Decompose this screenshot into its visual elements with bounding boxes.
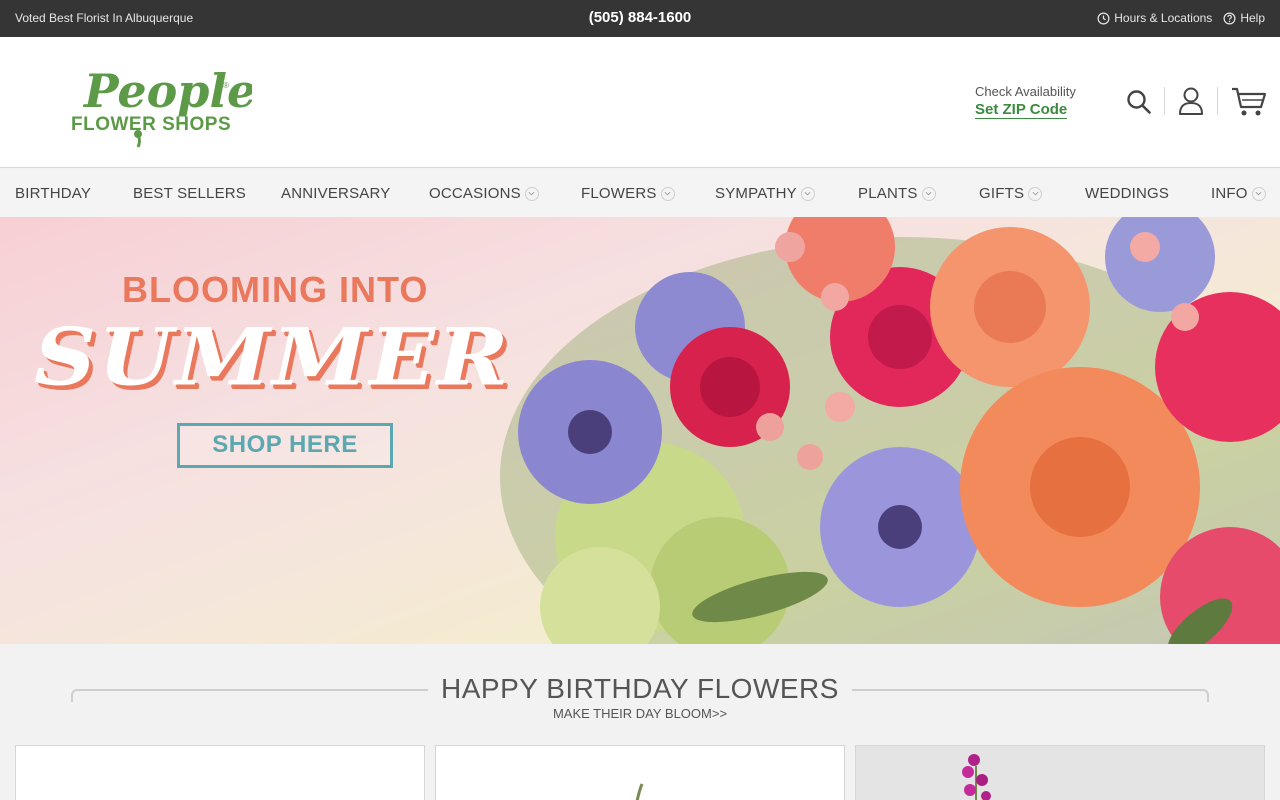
- tagline: Voted Best Florist In Albuquerque: [15, 11, 194, 25]
- nav-label: WEDDINGS: [1085, 185, 1170, 202]
- help-link[interactable]: Help: [1223, 11, 1265, 25]
- chevron-down-icon: [524, 186, 539, 201]
- search-button[interactable]: [1126, 89, 1152, 120]
- nav-item-gifts[interactable]: GIFTS: [979, 185, 1043, 202]
- clock-icon: [1097, 12, 1110, 24]
- peoples-flower-shops-logo[interactable]: Peoples ® FLOWER SHOPS: [70, 55, 252, 149]
- svg-text:FLOWER SHOPS: FLOWER SHOPS: [71, 114, 231, 135]
- hours-locations-link[interactable]: Hours & Locations: [1097, 11, 1212, 25]
- nav-item-best-sellers[interactable]: BEST SELLERS: [133, 185, 246, 202]
- hero-banner[interactable]: BLOOMING INTO SUMMER SHOP HERE: [0, 217, 1280, 644]
- cart-button[interactable]: [1231, 86, 1267, 123]
- nav-label: SYMPATHY: [715, 185, 797, 202]
- chevron-down-icon: [1251, 186, 1266, 201]
- chevron-down-icon: [660, 186, 675, 201]
- nav-item-weddings[interactable]: WEDDINGS: [1085, 185, 1169, 202]
- account-button[interactable]: [1178, 86, 1204, 121]
- hero-pretitle: BLOOMING INTO: [122, 269, 429, 310]
- top-bar: Voted Best Florist In Albuquerque (505) …: [0, 0, 1280, 37]
- main-navigation: BIRTHDAY BEST SELLERS ANNIVERSARY OCCASI…: [0, 169, 1280, 217]
- cart-icon: [1232, 87, 1267, 116]
- product-card[interactable]: [435, 745, 845, 800]
- availability-box: Check Availability Set ZIP Code: [975, 84, 1076, 119]
- shop-here-button[interactable]: SHOP HERE: [177, 423, 393, 468]
- svg-text:®: ®: [223, 81, 229, 90]
- nav-item-flowers[interactable]: FLOWERS: [581, 185, 675, 202]
- nav-label: GIFTS: [979, 185, 1025, 202]
- product-image: [962, 754, 991, 800]
- chevron-down-icon: [1028, 186, 1043, 201]
- nav-item-sympathy[interactable]: SYMPATHY: [715, 185, 815, 202]
- chevron-down-icon: [921, 186, 936, 201]
- search-icon: [1127, 90, 1151, 114]
- account-icon: [1179, 87, 1203, 115]
- nav-label: BEST SELLERS: [133, 185, 247, 202]
- section-subtitle-link[interactable]: MAKE THEIR DAY BLOOM>>: [0, 706, 1280, 721]
- site-header: Peoples ® FLOWER SHOPS Check Availabilit…: [0, 37, 1280, 168]
- nav-item-birthday[interactable]: BIRTHDAY: [15, 185, 91, 202]
- phone-link[interactable]: (505) 884-1600: [589, 9, 692, 26]
- svg-text:Peoples: Peoples: [82, 64, 252, 118]
- nav-item-anniversary[interactable]: ANNIVERSARY: [281, 185, 390, 202]
- hours-locations-label: Hours & Locations: [1114, 11, 1213, 25]
- hero-title: SUMMER: [34, 311, 511, 404]
- help-icon: [1223, 12, 1236, 24]
- nav-label: FLOWERS: [581, 185, 657, 202]
- set-zip-code-link[interactable]: Set ZIP Code: [975, 101, 1068, 119]
- product-card[interactable]: [15, 745, 425, 800]
- nav-label: BIRTHDAY: [15, 185, 92, 202]
- nav-item-occasions[interactable]: OCCASIONS: [429, 185, 539, 202]
- nav-label: PLANTS: [858, 185, 918, 202]
- section-title: HAPPY BIRTHDAY FLOWERS: [441, 673, 839, 704]
- nav-label: ANNIVERSARY: [281, 185, 391, 202]
- product-card[interactable]: [855, 745, 1265, 800]
- help-label: Help: [1240, 11, 1265, 25]
- nav-label: OCCASIONS: [429, 185, 521, 202]
- check-availability-label: Check Availability: [975, 84, 1076, 99]
- nav-item-plants[interactable]: PLANTS: [858, 185, 936, 202]
- product-image: [635, 783, 644, 800]
- nav-label: INFO: [1211, 185, 1248, 202]
- chevron-down-icon: [800, 186, 815, 201]
- nav-item-info[interactable]: INFO: [1211, 185, 1266, 202]
